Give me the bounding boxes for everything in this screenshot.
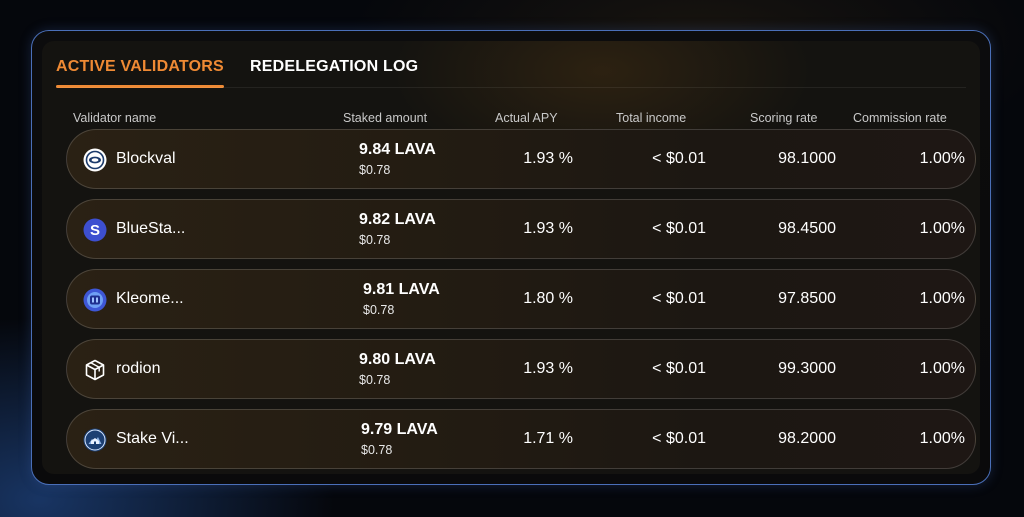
scoring-rate: 97.8500 <box>778 290 836 307</box>
commission-rate: 1.00% <box>919 360 965 377</box>
validator-row[interactable]: Stake Vi... 9.79 LAVA $0.78 1.71 % < $0.… <box>66 409 976 469</box>
svg-text:S: S <box>90 222 100 239</box>
total-income: < $0.01 <box>652 430 706 447</box>
total-income: < $0.01 <box>652 360 706 377</box>
validator-row[interactable]: S BlueSta... 9.82 LAVA $0.78 1.93 % < $0… <box>66 199 976 259</box>
staked-usd-value: $0.78 <box>359 373 391 387</box>
validator-row[interactable]: Blockval 9.84 LAVA $0.78 1.93 % < $0.01 … <box>66 129 976 189</box>
column-header-validator-name[interactable]: Validator name <box>73 111 156 125</box>
tab-divider <box>56 87 966 88</box>
kleomedes-logo-icon <box>83 288 107 312</box>
scoring-rate: 99.3000 <box>778 360 836 377</box>
column-header-actual-apy[interactable]: Actual APY <box>495 111 558 125</box>
validator-name: Kleome... <box>116 290 184 307</box>
column-header-staked-amount[interactable]: Staked amount <box>343 111 427 125</box>
commission-rate: 1.00% <box>919 290 965 307</box>
actual-apy: 1.71 % <box>523 430 573 447</box>
validators-card: ACTIVE VALIDATORS REDELEGATION LOG Valid… <box>42 41 980 474</box>
actual-apy: 1.93 % <box>523 360 573 377</box>
validator-row[interactable]: rodion 9.80 LAVA $0.78 1.93 % < $0.01 99… <box>66 339 976 399</box>
validator-name: Blockval <box>116 150 176 167</box>
staked-usd-value: $0.78 <box>359 233 391 247</box>
scoring-rate: 98.2000 <box>778 430 836 447</box>
total-income: < $0.01 <box>652 220 706 237</box>
staked-usd-value: $0.78 <box>361 443 393 457</box>
column-header-scoring-rate[interactable]: Scoring rate <box>750 111 817 125</box>
column-header-total-income[interactable]: Total income <box>616 111 686 125</box>
actual-apy: 1.93 % <box>523 150 573 167</box>
rodion-cube-logo-icon <box>83 358 107 382</box>
bluestake-logo-icon: S <box>83 218 107 242</box>
commission-rate: 1.00% <box>919 220 965 237</box>
scoring-rate: 98.4500 <box>778 220 836 237</box>
staked-usd-value: $0.78 <box>359 163 391 177</box>
validator-name: rodion <box>116 360 161 377</box>
total-income: < $0.01 <box>652 290 706 307</box>
staked-amount: 9.84 LAVA <box>359 141 436 158</box>
staked-amount: 9.80 LAVA <box>359 351 436 368</box>
validator-name: BlueSta... <box>116 220 186 237</box>
actual-apy: 1.93 % <box>523 220 573 237</box>
scoring-rate: 98.1000 <box>778 150 836 167</box>
tab-active-validators[interactable]: ACTIVE VALIDATORS <box>56 49 224 88</box>
staked-amount: 9.81 LAVA <box>363 281 440 298</box>
column-header-commission-rate[interactable]: Commission rate <box>853 111 947 125</box>
tab-redelegation-log[interactable]: REDELEGATION LOG <box>250 49 418 87</box>
commission-rate: 1.00% <box>919 430 965 447</box>
validator-row[interactable]: Kleome... 9.81 LAVA $0.78 1.80 % < $0.01… <box>66 269 976 329</box>
commission-rate: 1.00% <box>919 150 965 167</box>
staked-amount: 9.82 LAVA <box>359 211 436 228</box>
total-income: < $0.01 <box>652 150 706 167</box>
actual-apy: 1.80 % <box>523 290 573 307</box>
validators-panel: ACTIVE VALIDATORS REDELEGATION LOG Valid… <box>31 30 991 485</box>
blockval-logo-icon <box>83 148 107 172</box>
stake-village-logo-icon <box>83 428 107 452</box>
staked-usd-value: $0.78 <box>363 303 395 317</box>
staked-amount: 9.79 LAVA <box>361 421 438 438</box>
validator-name: Stake Vi... <box>116 430 189 447</box>
